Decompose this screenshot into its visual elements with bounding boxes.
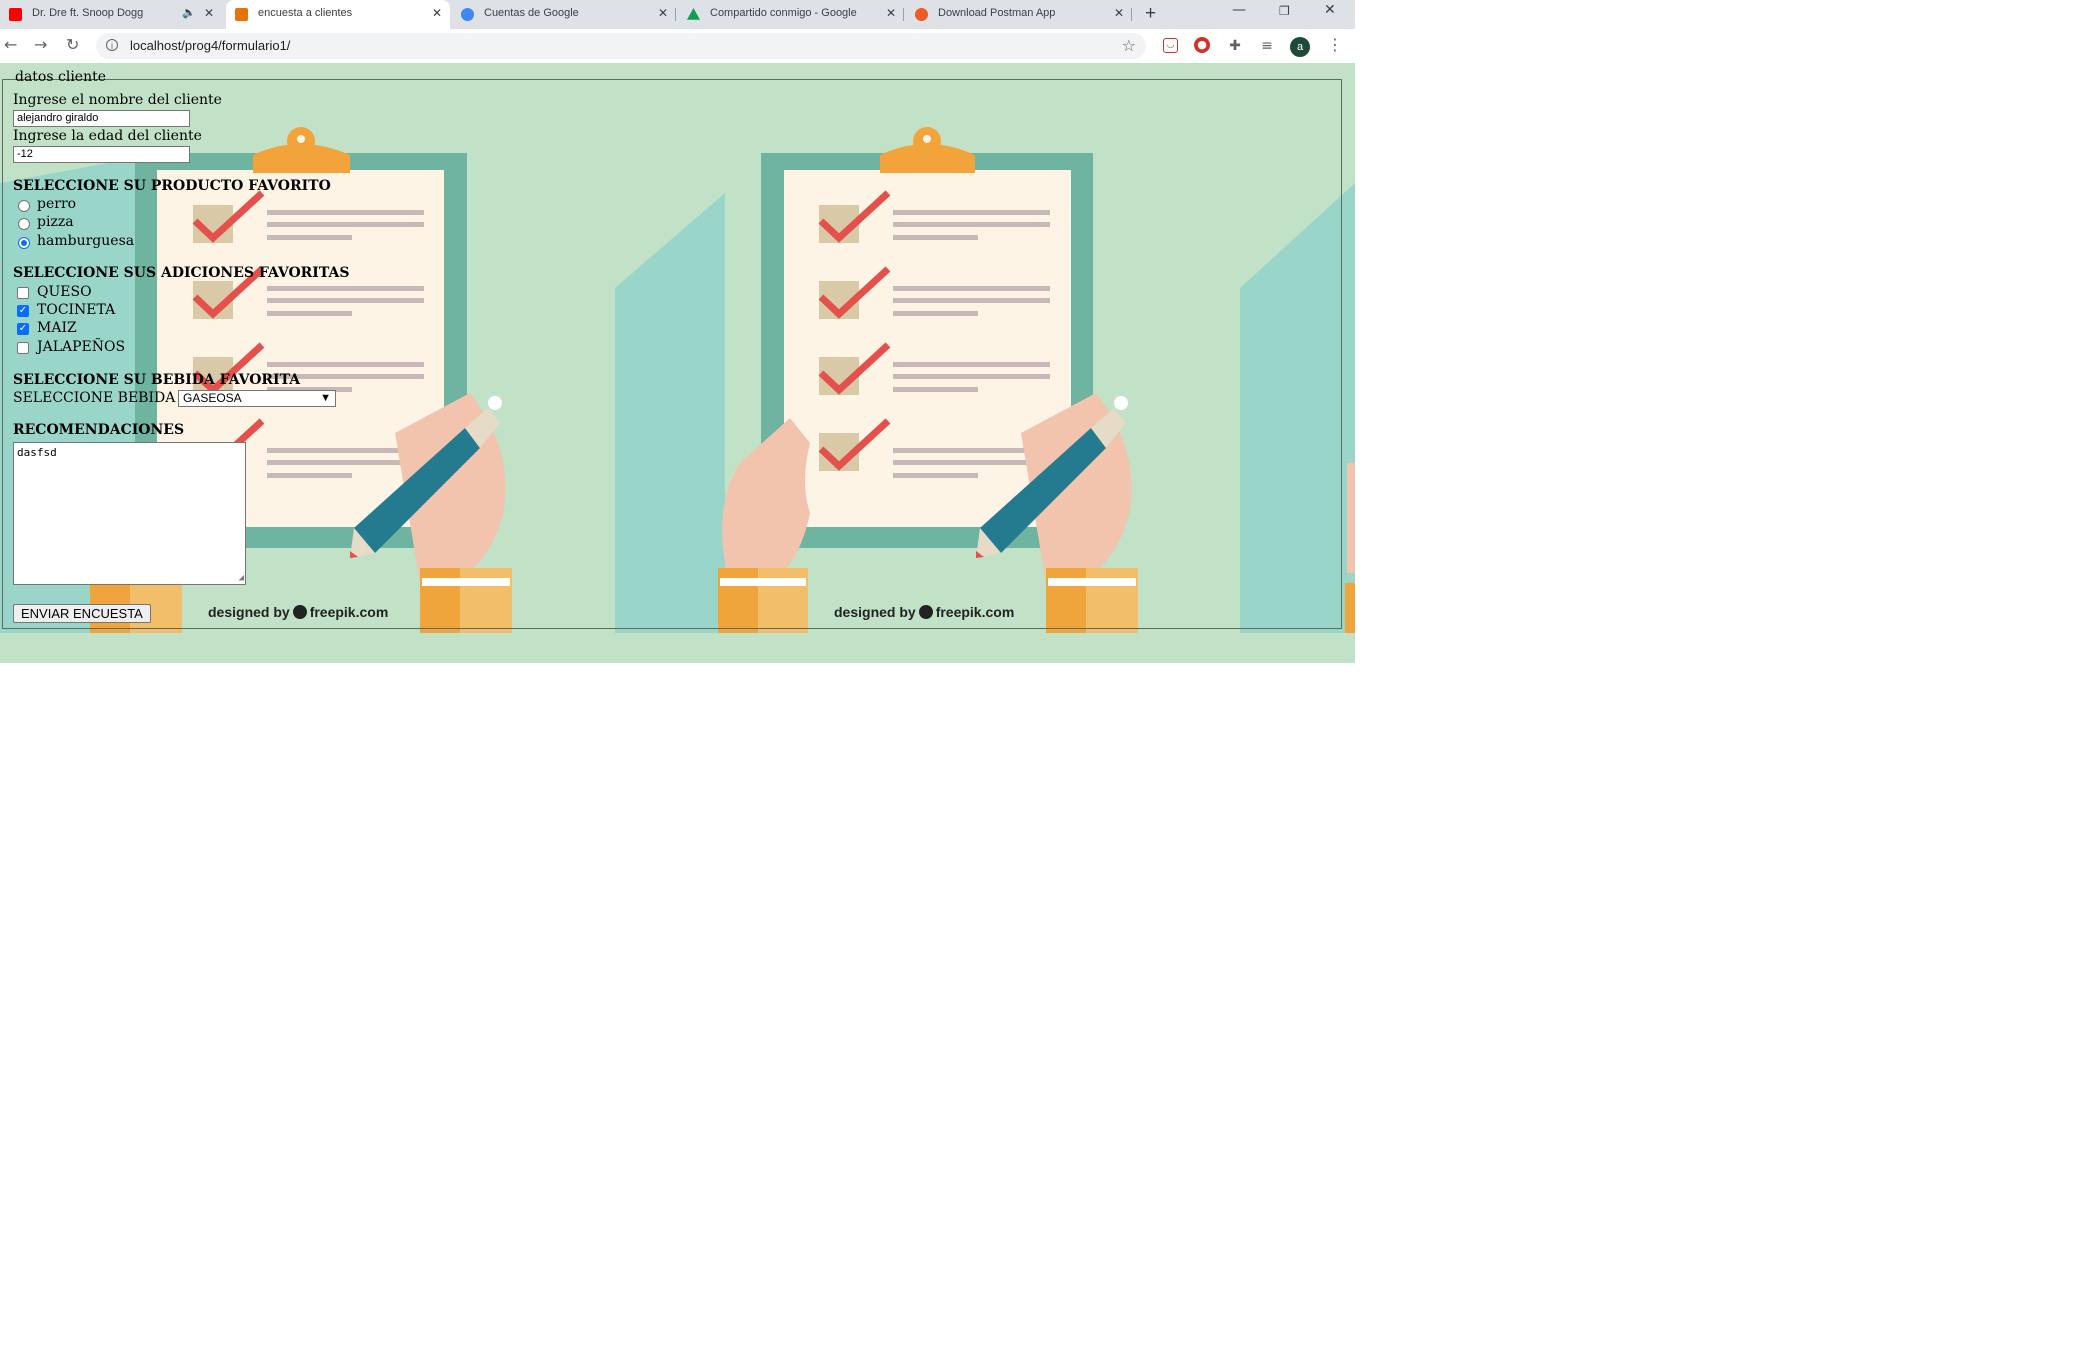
browser-toolbar: ← → ↻ i localhost/prog4/formulario1/ ☆ ◡… [0,29,1355,64]
close-tab-icon[interactable]: ✕ [432,6,442,20]
close-tab-icon[interactable]: ✕ [204,6,214,20]
tab-postman[interactable]: Download Postman App ✕ [906,0,1132,29]
tab-title: Compartido conmigo - Google [710,7,857,19]
media-queue-icon[interactable]: ≡ [1258,37,1276,55]
adblock-icon[interactable]: ● [1194,37,1210,53]
restore-icon[interactable]: ❐ [1279,4,1290,18]
radio-perro-label: perro [37,196,77,212]
tab-cuentas-google[interactable]: Cuentas de Google ✕ [452,0,676,29]
radio-pizza-label: pizza [37,214,74,230]
resize-grip-icon[interactable]: ◢ [239,573,244,583]
recomendaciones-value: dasfsd [17,446,57,459]
checkbox-maiz-label: MAIZ [37,320,77,336]
close-window-icon[interactable]: ✕ [1324,2,1336,18]
drive-icon [687,8,700,20]
bebida-heading: SELECCIONE SU BEBIDA FAVORITA [13,372,301,388]
radio-perro[interactable] [18,200,30,212]
checkbox-jalapenos[interactable] [17,342,29,354]
new-tab-icon[interactable]: + [1145,3,1156,25]
checkbox-tocineta[interactable]: ✓ [17,305,29,317]
tab-encuesta[interactable]: encuesta a clientes ✕ [226,0,450,29]
adiciones-heading: SELECCIONE SUS ADICIONES FAVORITAS [13,265,350,281]
edad-input[interactable]: -12 [13,146,190,163]
extensions-puzzle-icon[interactable]: ✚ [1226,37,1244,55]
chevron-down-icon: ▼ [320,392,331,404]
tab-bar: Dr. Dre ft. Snoop Dogg 🔈 ✕ encuesta a cl… [0,0,1355,29]
nombre-input[interactable]: alejandro giraldo [13,110,190,127]
page-viewport: designed by freepik.com designed by freepi… [0,63,1355,663]
back-icon[interactable]: ← [4,35,17,54]
google-icon [461,8,474,21]
address-bar[interactable]: i localhost/prog4/formulario1/ ☆ [96,33,1146,59]
checkbox-tocineta-label: TOCINETA [37,302,116,318]
bebida-label: SELECCIONE BEBIDA [13,390,176,406]
checkbox-queso-label: QUESO [37,284,92,300]
close-tab-icon[interactable]: ✕ [1114,6,1124,20]
tab-compartido[interactable]: Compartido conmigo - Google ✕ [678,0,904,29]
tab-title: Cuentas de Google [484,7,579,19]
checkbox-queso[interactable] [17,287,29,299]
fieldset-legend: datos cliente [15,69,107,85]
minimize-icon[interactable]: — [1232,2,1246,18]
enviar-encuesta-button[interactable]: ENVIAR ENCUESTA [13,604,151,623]
bebida-select[interactable]: GASEOSA ▼ [178,390,336,407]
tab-title: encuesta a clientes [258,7,353,19]
tab-dr-dre[interactable]: Dr. Dre ft. Snoop Dogg 🔈 ✕ [0,0,222,29]
tab-title: Download Postman App [938,7,1056,19]
checkbox-maiz[interactable]: ✓ [17,323,29,335]
postman-icon [915,8,928,21]
menu-kebab-icon[interactable]: ⋮ [1327,35,1343,54]
close-tab-icon[interactable]: ✕ [658,6,668,20]
recomendaciones-heading: RECOMENDACIONES [13,422,185,438]
forward-icon[interactable]: → [34,35,47,54]
page-icon [235,8,248,21]
radio-hamburguesa[interactable] [18,237,30,249]
radio-pizza[interactable] [18,218,30,230]
tab-separator [1131,8,1132,21]
edad-label: Ingrese la edad del cliente [13,128,202,144]
nombre-label: Ingrese el nombre del cliente [13,92,222,108]
profile-avatar[interactable]: a [1290,37,1310,57]
pocket-icon[interactable]: ◡ [1163,38,1178,53]
tab-title: Dr. Dre ft. Snoop Dogg [32,7,144,19]
tab-separator [675,8,676,21]
bebida-selected-value: GASEOSA [183,391,242,405]
close-tab-icon[interactable]: ✕ [886,6,896,20]
recomendaciones-textarea[interactable]: dasfsd ◢ [13,442,246,585]
speaker-icon[interactable]: 🔈 [182,6,196,19]
info-icon[interactable]: i [106,39,118,51]
tab-separator [903,8,904,21]
checkbox-jalapenos-label: JALAPEÑOS [37,339,126,355]
youtube-icon [9,8,22,21]
bookmark-star-icon[interactable]: ☆ [1122,36,1136,55]
url-text[interactable]: localhost/prog4/formulario1/ [130,38,290,53]
reload-icon[interactable]: ↻ [66,35,79,54]
radio-hamburguesa-label: hamburguesa [37,233,135,249]
producto-heading: SELECCIONE SU PRODUCTO FAVORITO [13,178,331,194]
